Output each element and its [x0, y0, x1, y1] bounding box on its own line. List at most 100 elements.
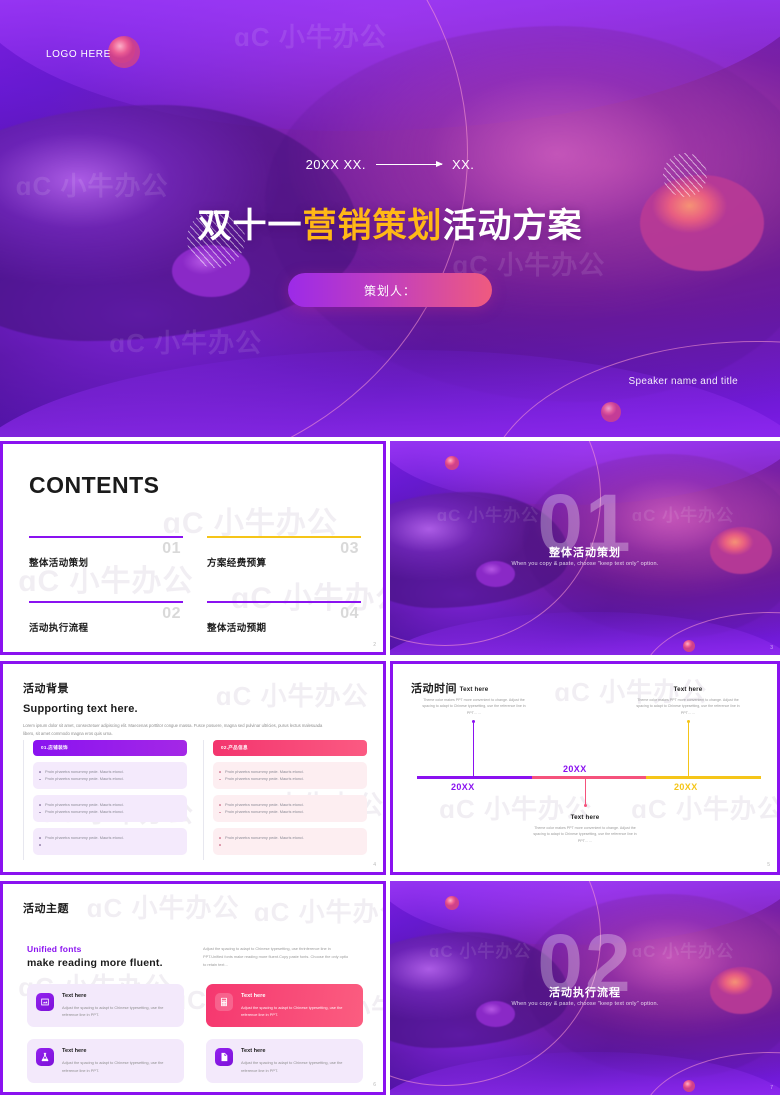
- page-number: 2: [373, 642, 376, 648]
- column-block: Proin pharetra nonummy pede. Mauris eton…: [213, 794, 367, 822]
- contents-item-3[interactable]: 方案经费预算 03: [207, 536, 361, 579]
- slide-activity-background[interactable]: ɑC 小牛办公 ɑC 小牛办公 ɑC 小牛办公 活动背景 Supporting …: [0, 661, 386, 875]
- slide-subheading: Supporting text here.: [23, 703, 138, 715]
- contents-item-number: 04: [340, 605, 359, 622]
- column-block: Proin pharetra nonummy pede. Mauris eton…: [33, 827, 187, 855]
- slide-heading: 活动背景: [23, 683, 69, 695]
- theme-lead-accent: Unified fonts: [27, 944, 82, 954]
- theme-lead: Unified fonts make reading more fluent.: [27, 944, 197, 969]
- column-block: Proin pharetra nonummy pede. Mauris eton…: [213, 827, 367, 855]
- timeline-body: Theme color makes PPT more convenient to…: [636, 698, 740, 715]
- page-number: 7: [770, 1085, 773, 1091]
- timeline-heading: Text here: [570, 814, 600, 821]
- timeline-heading: Text here: [673, 686, 703, 694]
- slide-activity-timeline[interactable]: ɑC 小牛办公 ɑC 小牛办公 ɑC 小牛办公 活动时间 Text here T…: [390, 661, 780, 875]
- timeline-stem-3: [688, 722, 689, 776]
- divider-subtitle: When you copy & paste, choose "keep text…: [511, 561, 659, 567]
- contents-item-number: 03: [340, 540, 359, 557]
- date-start: 20XX XX.: [305, 157, 366, 172]
- theme-card-3[interactable]: Text here Adjust the spacing to adapt to…: [27, 1039, 184, 1083]
- planner-pill[interactable]: 策划人：: [288, 273, 492, 307]
- background-column-2: 02.产品信息 Proin pharetra nonummy pede. Mau…: [203, 740, 367, 860]
- bullet-item: Proin pharetra nonummy pede. Mauris eton…: [39, 801, 179, 808]
- flask-icon: [36, 1048, 54, 1067]
- title-segment-3: 活动方案: [442, 207, 583, 245]
- bullet-item: [39, 841, 179, 848]
- timeline-text-1: Text here Theme color makes PPT more con…: [420, 686, 528, 716]
- logo-placeholder: LOGO HERE: [46, 49, 111, 60]
- column-header: 02.产品信息: [213, 740, 367, 756]
- bullet-item: Proin pharetra nonummy pede. Mauris eton…: [219, 775, 359, 782]
- theme-card-4[interactable]: Text here Adjust the spacing to adapt to…: [206, 1039, 363, 1083]
- bullet-item: Proin pharetra nonummy pede. Mauris eton…: [219, 801, 359, 808]
- bullet-item: Proin pharetra nonummy pede. Mauris eton…: [219, 768, 359, 775]
- theme-card-2[interactable]: Text here Adjust the spacing to adapt to…: [206, 984, 363, 1028]
- timeline-body: Theme color makes PPT more convenient to…: [533, 826, 637, 843]
- slide-divider-01[interactable]: ɑC 小牛办公 ɑC 小牛办公 01 整体活动策划 When you copy …: [390, 441, 780, 655]
- timeline-text-3: Text here Theme color makes PPT more con…: [634, 686, 742, 716]
- page-number: 6: [373, 1082, 376, 1088]
- slide-lead-paragraph: Lorem ipsum dolor sit amet, consectetuer…: [23, 723, 323, 736]
- timeline-stem-1: [473, 722, 474, 776]
- page-number: 5: [767, 862, 770, 868]
- column-header: 01.店铺装饰: [33, 740, 187, 756]
- contents-item-number: 02: [162, 605, 181, 622]
- card-title: Text here: [241, 993, 266, 999]
- bullet-item: Proin pharetra nonummy pede. Mauris eton…: [39, 775, 179, 782]
- document-icon: [215, 1048, 233, 1067]
- speaker-name-label: Speaker name and title: [628, 376, 738, 387]
- bullet-item: Proin pharetra nonummy pede. Mauris eton…: [39, 808, 179, 815]
- contents-rule-3: [207, 536, 361, 538]
- image-icon: [36, 993, 54, 1011]
- card-title: Text here: [241, 1048, 266, 1055]
- contents-item-1[interactable]: 整体活动策划 01: [29, 536, 183, 579]
- contents-item-number: 01: [162, 540, 181, 557]
- contents-item-4[interactable]: 整体活动预期 04: [207, 601, 361, 644]
- column-block: Proin pharetra nonummy pede. Mauris eton…: [33, 794, 187, 822]
- contents-rule-4: [207, 601, 361, 603]
- column-block: Proin pharetra nonummy pede. Mauris eton…: [33, 762, 187, 789]
- page-title: 双十一营销策划活动方案: [0, 198, 780, 247]
- background-column-1: 01.店铺装饰 Proin pharetra nonummy pede. Mau…: [23, 740, 187, 860]
- timeline-segment-3: [646, 776, 762, 779]
- contents-item-label: 整体活动策划: [29, 558, 89, 569]
- contents-rule-2: [29, 601, 183, 603]
- date-range: 20XX XX. XX.: [0, 157, 780, 172]
- slide-activity-theme[interactable]: ɑC 小牛办公 ɑC 小牛办公 ɑC 小牛办公 ɑC 小牛办公 ɑC 小牛办公 …: [0, 881, 386, 1095]
- theme-lead-main: make reading more fluent.: [27, 957, 163, 969]
- bullet-item: [219, 841, 359, 848]
- contents-title: CONTENTS: [29, 472, 160, 498]
- theme-card-1[interactable]: Text here Adjust the spacing to adapt to…: [27, 984, 184, 1028]
- timeline-axis: [417, 776, 762, 779]
- theme-card-grid: Text here Adjust the spacing to adapt to…: [27, 984, 363, 1083]
- calculator-icon: [215, 993, 233, 1011]
- timeline-segment-2: [531, 776, 647, 779]
- divider-title: 活动执行流程: [549, 987, 621, 999]
- contents-rule-1: [29, 536, 183, 538]
- title-segment-2: 营销策划: [302, 207, 443, 245]
- bullet-item: Proin pharetra nonummy pede. Mauris eton…: [39, 834, 179, 841]
- divider-subtitle: When you copy & paste, choose "keep text…: [511, 1001, 659, 1007]
- slide-contents[interactable]: ɑC 小牛办公 ɑC 小牛办公 ɑC 小牛办公 CONTENTS 整体活动策划 …: [0, 441, 386, 655]
- timeline-year-1: 20XX: [451, 782, 475, 792]
- contents-item-2[interactable]: 活动执行流程 02: [29, 601, 183, 644]
- contents-item-label: 活动执行流程: [29, 623, 89, 634]
- bullet-item: Proin pharetra nonummy pede. Mauris eton…: [39, 768, 179, 775]
- contents-grid: 整体活动策划 01 方案经费预算 03 活动执行流程 02 整体活动预期 04: [29, 536, 361, 644]
- contents-item-label: 方案经费预算: [207, 558, 267, 569]
- timeline-text-2: Text here Theme color makes PPT more con…: [531, 814, 639, 844]
- card-body: Adjust the spacing to adapt to Chinese t…: [241, 1005, 343, 1018]
- timeline-stem-2: [585, 779, 586, 805]
- slide-deck-preview: ɑC 小牛办公 ɑC 小牛办公 ɑC 小牛办公 ɑC 小牛办公 LOGO HER…: [0, 0, 780, 1098]
- timeline-heading: Text here: [459, 686, 489, 694]
- card-body: Adjust the spacing to adapt to Chinese t…: [62, 1060, 164, 1073]
- column-block: Proin pharetra nonummy pede. Mauris eton…: [213, 762, 367, 789]
- logo-circle: [108, 36, 140, 68]
- card-body: Adjust the spacing to adapt to Chinese t…: [241, 1060, 343, 1073]
- arrow-icon: [375, 161, 443, 167]
- timeline-year-3: 20XX: [674, 782, 698, 792]
- slide-divider-02[interactable]: ɑC 小牛办公 ɑC 小牛办公 02 活动执行流程 When you copy …: [390, 881, 780, 1095]
- card-title: Text here: [62, 993, 87, 999]
- timeline-year-2: 20XX: [563, 764, 587, 774]
- contents-item-label: 整体活动预期: [207, 623, 267, 634]
